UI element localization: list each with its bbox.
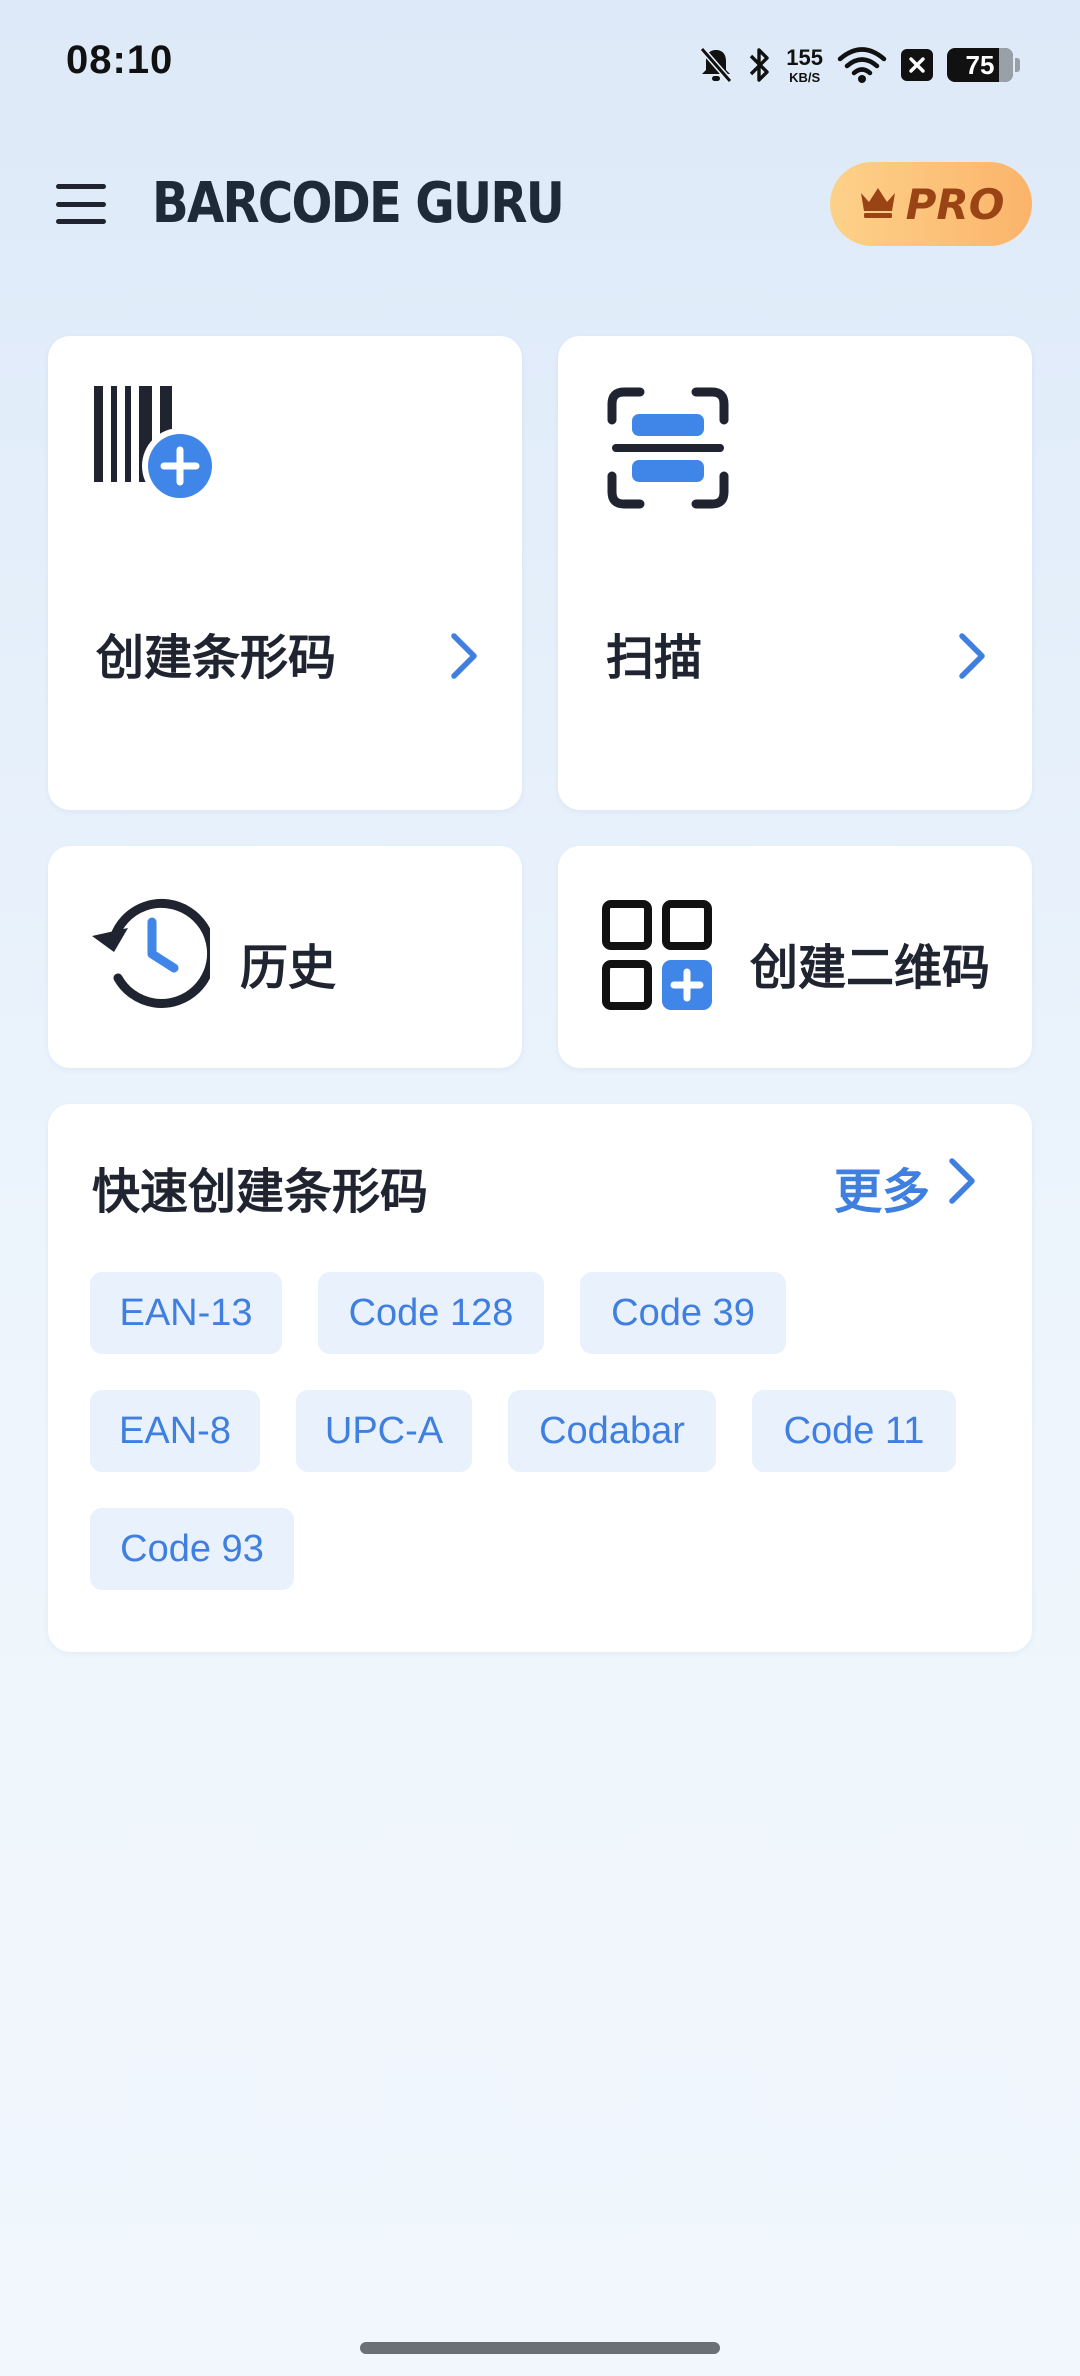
create-barcode-card[interactable]: 创建条形码 [48,336,522,810]
more-link[interactable]: 更多 [834,1152,980,1222]
chip-code-39[interactable]: Code 39 [580,1272,786,1354]
status-bar: 08:10 155 KB/S 75 [0,0,1080,130]
history-label: 历史 [240,940,337,996]
net-speed-indicator: 155 KB/S [786,44,823,85]
chip-code-128[interactable]: Code 128 [318,1272,544,1354]
chevron-right-icon [944,1153,980,1221]
close-box-icon [901,49,933,81]
create-qr-label: 创建二维码 [750,940,991,996]
chip-upc-a[interactable]: UPC-A [296,1390,472,1472]
hamburger-menu-icon [56,184,106,189]
chevron-right-icon [444,626,484,686]
chip-code-93[interactable]: Code 93 [90,1508,294,1590]
bluetooth-icon [748,46,772,84]
wifi-icon [837,46,887,84]
pro-label: PRO [905,179,1005,229]
quick-create-title: 快速创建条形码 [92,1164,429,1220]
menu-button[interactable] [56,178,112,230]
chip-ean-13[interactable]: EAN-13 [90,1272,282,1354]
qr-add-icon [602,900,714,1016]
net-speed-unit: KB/S [789,69,821,85]
battery-cap [1015,58,1020,72]
barcode-add-icon [94,386,224,510]
history-card[interactable]: 历史 [48,846,522,1068]
app-title: BARCODE GURU [152,171,565,236]
chip-code-11[interactable]: Code 11 [752,1390,956,1472]
scan-card[interactable]: 扫描 [558,336,1032,810]
status-icons: 155 KB/S 75 [698,40,1020,90]
battery-icon: 75 [947,48,1013,82]
net-speed-value: 155 [786,44,823,70]
more-label: 更多 [834,1164,931,1220]
status-time: 08:10 [66,38,174,82]
crown-icon [858,185,898,223]
chip-codabar[interactable]: Codabar [508,1390,716,1472]
history-clock-icon [84,896,217,1012]
home-indicator[interactable] [360,2342,720,2354]
chip-ean-8[interactable]: EAN-8 [90,1390,260,1472]
scan-label: 扫描 [606,630,703,686]
chevron-right-icon [952,626,992,686]
battery-level: 75 [965,49,995,80]
create-barcode-label: 创建条形码 [96,630,337,686]
bell-off-icon [698,46,734,84]
pro-button[interactable]: PRO [830,162,1032,246]
create-qr-card[interactable]: 创建二维码 [558,846,1032,1068]
scan-frame-icon [606,386,730,514]
